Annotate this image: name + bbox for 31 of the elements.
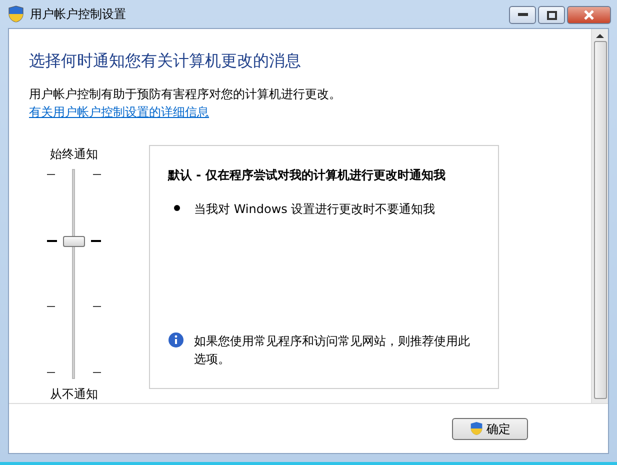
bullet-text: 当我对 Windows 设置进行更改时不要通知我	[194, 201, 436, 218]
shield-icon	[470, 421, 482, 436]
shield-icon	[8, 5, 24, 23]
scroll-up-arrow-icon[interactable]	[596, 33, 604, 39]
ok-button[interactable]: 确定	[452, 418, 528, 440]
tick-mark	[47, 240, 57, 242]
slider-top-label: 始终通知	[50, 146, 98, 163]
minimize-button[interactable]	[509, 6, 536, 24]
slider-thumb[interactable]	[63, 236, 85, 247]
slider-bottom-label: 从不通知	[50, 386, 98, 403]
tick-mark	[47, 372, 55, 373]
minimize-icon	[518, 13, 528, 17]
tick-mark	[91, 240, 101, 242]
page-heading: 选择何时通知您有关计算机更改的消息	[29, 50, 302, 72]
tick-mark	[47, 306, 55, 307]
tick-mark	[47, 174, 55, 175]
maximize-button[interactable]	[538, 6, 565, 24]
tick-mark	[93, 174, 101, 175]
tick-mark	[93, 306, 101, 307]
scrollbar[interactable]	[591, 29, 608, 403]
setting-title: 默认 - 仅在程序尝试对我的计算机进行更改时通知我	[168, 167, 446, 184]
close-icon	[583, 10, 595, 20]
bullet-icon	[174, 205, 180, 211]
recommendation-note: 如果您使用常见程序和访问常见网站，则推荐使用此选项。	[194, 333, 471, 368]
close-button[interactable]	[567, 6, 611, 24]
info-icon	[168, 332, 184, 348]
details-link[interactable]: 有关用户帐户控制设置的详细信息	[29, 105, 209, 119]
window-title: 用户帐户控制设置	[30, 6, 126, 23]
tick-mark	[93, 372, 101, 373]
description-text: 用户帐户控制有助于预防有害程序对您的计算机进行更改。	[29, 86, 342, 103]
maximize-icon	[546, 10, 556, 20]
